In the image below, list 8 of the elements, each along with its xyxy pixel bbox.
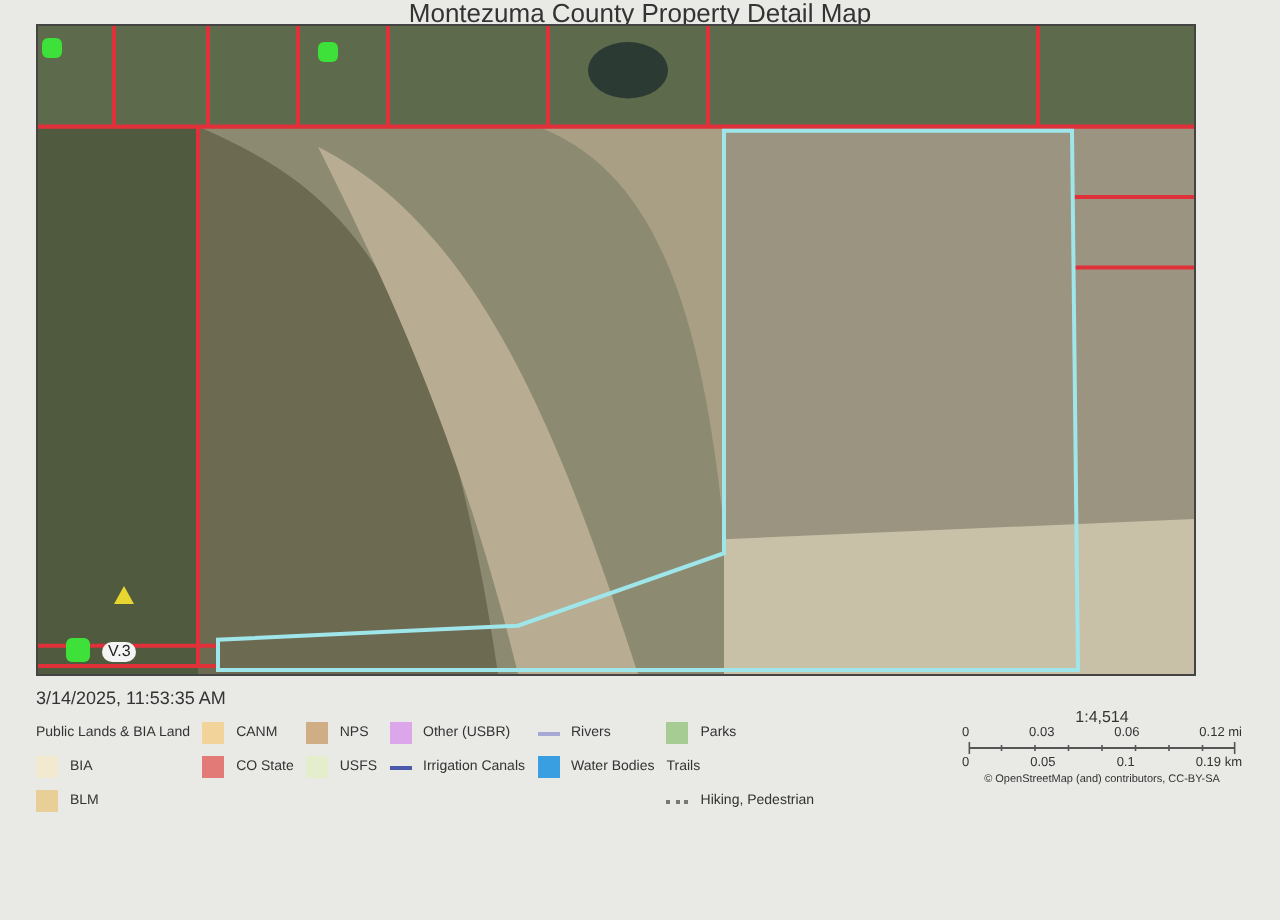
- park-marker-icon: [42, 38, 62, 58]
- map-title: Montezuma County Property Detail Map: [406, 0, 874, 24]
- road-label: V.3: [102, 642, 137, 662]
- timestamp: 3/14/2025, 11:53:35 AM: [36, 688, 228, 708]
- scale-ratio: 1:4,514: [1075, 708, 1129, 726]
- park-marker-icon: [318, 42, 338, 62]
- park-marker-icon: [66, 638, 90, 662]
- warning-triangle-icon: [114, 586, 134, 604]
